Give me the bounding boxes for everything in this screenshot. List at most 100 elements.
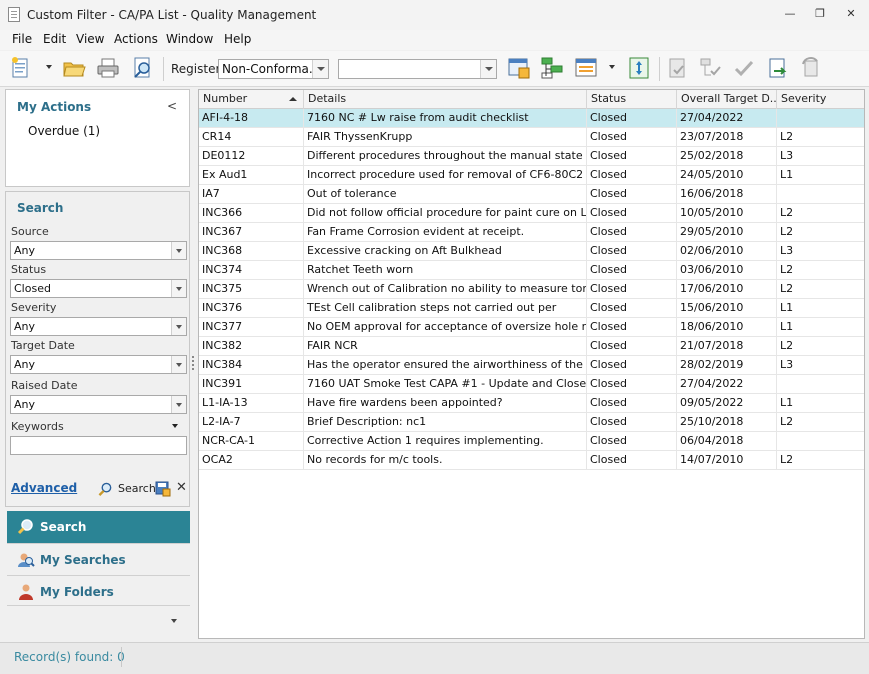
cell-target: 02/06/2010	[677, 242, 777, 261]
cell-status: Closed	[587, 109, 677, 128]
target-date-combo[interactable]: Any	[10, 355, 187, 374]
keywords-input[interactable]	[10, 436, 187, 455]
filter-combo[interactable]	[338, 59, 497, 79]
minimize-button[interactable]: —	[780, 6, 800, 22]
cell-severity: L1	[777, 318, 864, 337]
check-icon[interactable]	[732, 56, 756, 80]
save-layout-icon[interactable]	[507, 56, 531, 80]
new-dropdown-arrow[interactable]	[46, 65, 52, 69]
table-row[interactable]: INC382 FAIR NCR Closed 21/07/2018 L2	[199, 337, 864, 356]
cell-severity	[777, 109, 864, 128]
search-icon[interactable]	[98, 482, 113, 497]
collapse-icon[interactable]: <	[167, 99, 177, 113]
table-row[interactable]: INC384 Has the operator ensured the airwo…	[199, 356, 864, 375]
table-row[interactable]: INC367 Fan Frame Corrosion evident at rec…	[199, 223, 864, 242]
chevron-down-icon[interactable]	[171, 318, 186, 335]
nav-options-icon[interactable]	[171, 619, 177, 623]
refresh-icon[interactable]	[799, 56, 823, 80]
table-row[interactable]: Ex Aud1 Incorrect procedure used for remo…	[199, 166, 864, 185]
table-row[interactable]: INC377 No OEM approval for acceptance of …	[199, 318, 864, 337]
find-icon[interactable]	[131, 56, 155, 80]
cell-target: 21/07/2018	[677, 337, 777, 356]
table-row[interactable]: IA7 Out of tolerance Closed 16/06/2018	[199, 185, 864, 204]
save-search-icon[interactable]	[155, 481, 171, 497]
cell-number: L2-IA-7	[199, 413, 304, 432]
column-header-number[interactable]: Number	[199, 90, 304, 109]
grid-header: Number Details Status Overall Target D..…	[199, 90, 864, 109]
nav-search[interactable]: Search	[7, 511, 190, 543]
cell-target: 15/06/2010	[677, 299, 777, 318]
overdue-link[interactable]: Overdue (1)	[28, 124, 100, 138]
raised-date-label: Raised Date	[11, 379, 78, 392]
cell-number: INC375	[199, 280, 304, 299]
table-row[interactable]: INC366 Did not follow official procedure …	[199, 204, 864, 223]
cell-details: Different procedures throughout the manu…	[304, 147, 587, 166]
table-row[interactable]: INC375 Wrench out of Calibration no abili…	[199, 280, 864, 299]
expand-icon[interactable]	[627, 56, 651, 80]
capa-grid: Number Details Status Overall Target D..…	[198, 89, 865, 639]
advanced-link[interactable]: Advanced	[11, 481, 77, 495]
table-row[interactable]: INC376 TEst Cell calibration steps not ca…	[199, 299, 864, 318]
panel-splitter[interactable]	[192, 356, 195, 372]
severity-combo[interactable]: Any	[10, 317, 187, 336]
column-header-details[interactable]: Details	[304, 90, 587, 109]
table-row[interactable]: L2-IA-7 Brief Description: nc1 Closed 25/10…	[199, 413, 864, 432]
nav-footer	[7, 605, 190, 635]
table-row[interactable]: OCA2 No records for m/c tools. Closed 14/07…	[199, 451, 864, 470]
clear-search-icon[interactable]: ✕	[176, 480, 187, 495]
register-value: Non-Conforma...	[222, 62, 321, 76]
menu-view[interactable]: View	[76, 32, 104, 46]
table-row[interactable]: INC391 7160 UAT Smoke Test CAPA #1 - Upda…	[199, 375, 864, 394]
search-panel-title: Search	[17, 201, 64, 215]
columns-dropdown-arrow[interactable]	[609, 65, 615, 69]
table-row[interactable]: INC368 Excessive cracking on Aft Bulkhead…	[199, 242, 864, 261]
cell-details: Brief Description: nc1	[304, 413, 587, 432]
print-icon[interactable]	[96, 56, 120, 80]
raised-date-combo[interactable]: Any	[10, 395, 187, 414]
cell-status: Closed	[587, 337, 677, 356]
chevron-down-icon[interactable]	[171, 242, 186, 259]
chevron-down-icon[interactable]	[312, 60, 328, 78]
close-button[interactable]: ✕	[841, 6, 861, 22]
menu-file[interactable]: File	[12, 32, 32, 46]
menu-window[interactable]: Window	[166, 32, 213, 46]
cell-number: INC377	[199, 318, 304, 337]
cell-status: Closed	[587, 356, 677, 375]
menu-help[interactable]: Help	[224, 32, 251, 46]
table-row[interactable]: L1-IA-13 Have fire wardens been appointed…	[199, 394, 864, 413]
nav-my-searches[interactable]: My Searches	[7, 543, 190, 575]
chevron-down-icon[interactable]	[480, 60, 496, 78]
table-row[interactable]: NCR-CA-1 Corrective Action 1 requires imp…	[199, 432, 864, 451]
status-combo[interactable]: Closed	[10, 279, 187, 298]
chevron-down-icon[interactable]	[171, 356, 186, 373]
column-header-target-date[interactable]: Overall Target D...	[677, 90, 777, 109]
cell-severity: L2	[777, 128, 864, 147]
approve-tree-icon[interactable]	[699, 56, 723, 80]
table-row[interactable]: CR14 FAIR ThyssenKrupp Closed 23/07/2018 L2	[199, 128, 864, 147]
export-icon[interactable]	[766, 56, 790, 80]
cell-number: INC376	[199, 299, 304, 318]
table-row[interactable]: AFI-4-18 7160 NC # Lw raise from audit ch…	[199, 109, 864, 128]
search-run-link[interactable]: Search	[118, 482, 156, 495]
nav-my-folders[interactable]: My Folders	[7, 575, 190, 607]
register-combo[interactable]: Non-Conforma...	[218, 59, 329, 79]
columns-icon[interactable]	[574, 56, 598, 80]
open-folder-icon[interactable]	[62, 56, 86, 80]
column-header-status[interactable]: Status	[587, 90, 677, 109]
chevron-down-icon[interactable]	[171, 396, 186, 413]
keywords-options-icon[interactable]	[172, 424, 178, 428]
cell-severity: L3	[777, 147, 864, 166]
menu-edit[interactable]: Edit	[43, 32, 66, 46]
restore-button[interactable]: ❐	[810, 6, 830, 22]
nav-my-folders-label: My Folders	[40, 585, 114, 599]
new-doc-icon[interactable]	[9, 56, 33, 80]
menu-actions[interactable]: Actions	[114, 32, 158, 46]
sort-ascending-icon	[289, 97, 297, 101]
table-row[interactable]: DE0112 Different procedures throughout th…	[199, 147, 864, 166]
approve-doc-icon[interactable]	[666, 56, 690, 80]
chevron-down-icon[interactable]	[171, 280, 186, 297]
table-row[interactable]: INC374 Ratchet Teeth worn Closed 03/06/2010…	[199, 261, 864, 280]
source-combo[interactable]: Any	[10, 241, 187, 260]
tree-view-icon[interactable]	[540, 56, 564, 80]
column-header-severity[interactable]: Severity	[777, 90, 864, 109]
